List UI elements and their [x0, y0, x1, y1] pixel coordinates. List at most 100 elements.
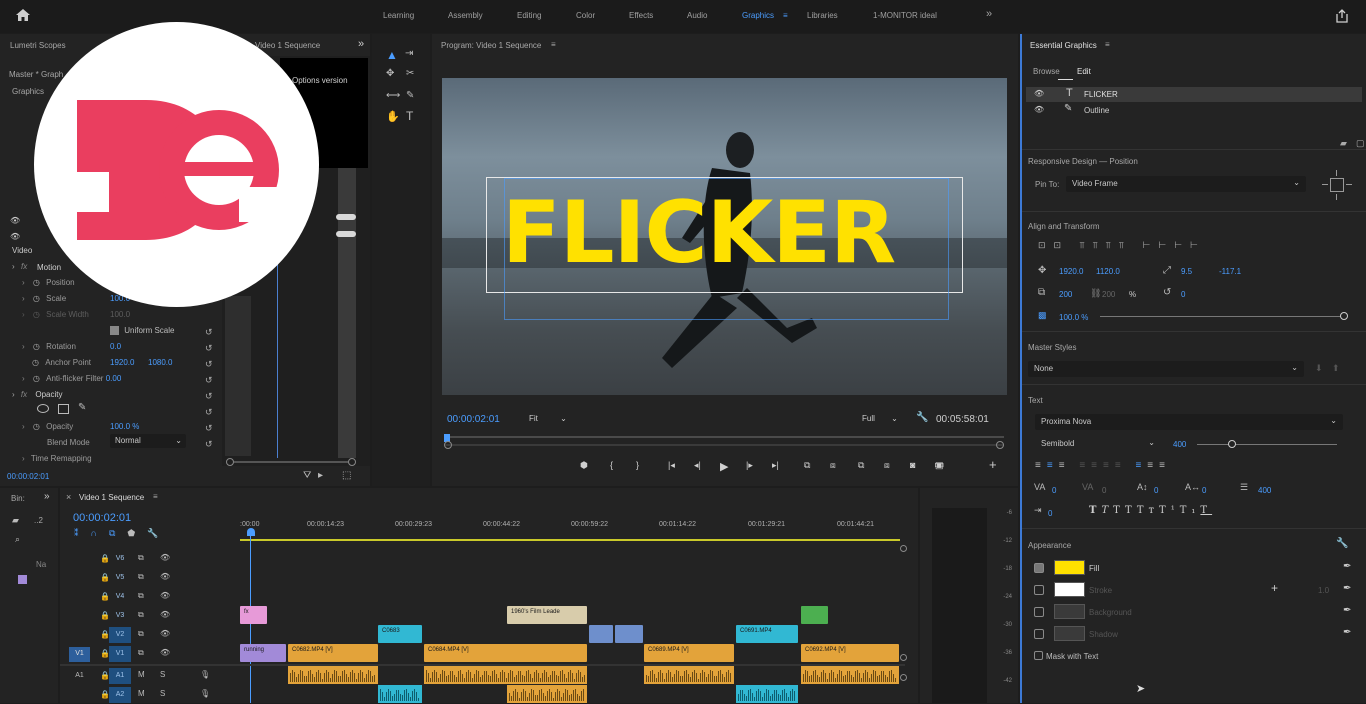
scroll-handle[interactable]: [900, 545, 907, 552]
essential-graphics-title[interactable]: Essential Graphics: [1030, 41, 1097, 50]
sync-lock-icon[interactable]: ⧉: [138, 572, 144, 582]
keyframe-marker[interactable]: [336, 231, 356, 237]
expand-chevron-icon[interactable]: ›: [12, 390, 15, 399]
kerning-value[interactable]: 0: [1052, 486, 1056, 495]
search-icon[interactable]: ⌕: [15, 534, 20, 545]
font-style-dropdown[interactable]: Semibold ⌄: [1035, 436, 1161, 452]
subscript-icon[interactable]: T₁: [1180, 505, 1201, 516]
align-middle-text-icon[interactable]: ≡: [1147, 460, 1159, 471]
razor-icon[interactable]: ✂: [406, 68, 414, 79]
timeline-clip[interactable]: fx: [240, 606, 267, 624]
timeline-clip[interactable]: C0682.MP4 [V]: [288, 644, 378, 662]
layer-row-outline[interactable]: 👁 ✎ Outline: [1026, 103, 1362, 118]
rectangle-mask-icon[interactable]: [58, 404, 69, 414]
go-to-out-icon[interactable]: ▸|: [772, 460, 779, 471]
menu-icon[interactable]: ≡: [783, 11, 788, 20]
new-layer-icon[interactable]: ▢: [1356, 138, 1365, 149]
step-back-icon[interactable]: ◂|: [694, 460, 701, 471]
workspace-graphics[interactable]: Graphics: [742, 11, 774, 20]
eye-icon[interactable]: 👁: [1034, 89, 1044, 98]
eye-icon[interactable]: 👁: [160, 591, 170, 600]
export-frame-icon[interactable]: ⬚: [342, 470, 351, 481]
insert-icon[interactable]: ⧉: [858, 460, 864, 471]
track-label[interactable]: V1: [109, 646, 131, 662]
align-top-icon[interactable]: ⫪: [1080, 240, 1093, 250]
type-tool-icon[interactable]: T: [406, 109, 413, 123]
underline-icon[interactable]: T: [1200, 505, 1212, 516]
folder-icon[interactable]: ▰: [1340, 138, 1347, 149]
keyframe-marker[interactable]: [336, 214, 356, 220]
source-patch-v1[interactable]: V1: [69, 647, 90, 662]
workspace-color[interactable]: Color: [576, 11, 595, 20]
push-style-icon[interactable]: ⬇: [1315, 363, 1323, 374]
eyedropper-icon[interactable]: ✒: [1343, 605, 1351, 616]
opacity-slider-handle[interactable]: [1340, 312, 1348, 320]
mark-out-icon[interactable]: }: [636, 460, 639, 470]
blend-mode-dropdown[interactable]: Normal ⌄: [110, 434, 186, 448]
scale-width-value[interactable]: 200: [1059, 290, 1072, 299]
audio-clip[interactable]: [288, 666, 378, 684]
pin-to-dropdown[interactable]: Video Frame ⌄: [1066, 176, 1306, 192]
timeline-clip[interactable]: running: [240, 644, 286, 662]
align-center-text-icon[interactable]: ≡: [1047, 460, 1059, 471]
anchor-y-value[interactable]: 1080.0: [148, 358, 172, 367]
camera-icon[interactable]: ◙: [910, 460, 915, 470]
font-size-slider-handle[interactable]: [1228, 440, 1236, 448]
folder-icon[interactable]: ▰: [12, 515, 19, 526]
stopwatch-icon[interactable]: ◷: [33, 342, 40, 351]
lift-icon[interactable]: ⧉: [804, 460, 810, 471]
timeline-clip[interactable]: C0683: [378, 625, 422, 643]
small-caps-icon[interactable]: Tт: [1137, 505, 1159, 516]
snap-icon[interactable]: ∩: [91, 528, 109, 538]
workspace-audio[interactable]: Audio: [687, 11, 707, 20]
fill-checkbox[interactable]: [1034, 563, 1044, 573]
audio-clip[interactable]: [736, 685, 798, 703]
scroll-handle[interactable]: [900, 674, 907, 681]
track-label[interactable]: V5: [109, 570, 131, 586]
stopwatch-icon[interactable]: ◷: [33, 422, 40, 431]
bin-item-label[interactable]: [18, 575, 27, 584]
more-workspaces-icon[interactable]: »: [986, 8, 992, 20]
expand-chevron-icon[interactable]: ›: [12, 262, 15, 271]
distribute-icon[interactable]: ⫪: [1119, 240, 1132, 250]
antiflicker-value[interactable]: 0.00: [106, 374, 122, 383]
eye-icon[interactable]: 👁: [160, 610, 170, 619]
tab-browse[interactable]: Browse: [1033, 67, 1060, 76]
timeline-clip[interactable]: C0691.MP4: [736, 625, 798, 643]
mark-in-icon[interactable]: {: [610, 460, 613, 470]
menu-icon[interactable]: ≡: [153, 492, 158, 501]
eye-icon[interactable]: 👁: [10, 216, 20, 225]
add-marker-icon[interactable]: ⬢: [580, 460, 588, 471]
hand-tool-icon[interactable]: ✋: [386, 110, 400, 123]
reset-icon[interactable]: ↺: [205, 324, 217, 340]
scroll-handle[interactable]: [900, 654, 907, 661]
font-size-slider[interactable]: [1197, 444, 1337, 445]
baseline-value[interactable]: 0: [1154, 486, 1158, 495]
solo-icon[interactable]: S: [160, 670, 165, 679]
bin-tab[interactable]: Bin:: [11, 494, 25, 503]
reset-icon[interactable]: ↺: [205, 420, 217, 436]
program-title[interactable]: Program: Video 1 Sequence: [441, 41, 541, 50]
share-icon[interactable]: [1335, 9, 1349, 23]
opacity-value[interactable]: 100.0 %: [1059, 313, 1088, 322]
italic-icon[interactable]: T: [1101, 505, 1113, 516]
master-styles-dropdown[interactable]: None ⌄: [1028, 361, 1304, 377]
workspace-editing[interactable]: Editing: [517, 11, 541, 20]
pin-edges-widget[interactable]: [1322, 170, 1352, 200]
reset-icon[interactable]: ↺: [205, 388, 217, 404]
workspace-assembly[interactable]: Assembly: [448, 11, 483, 20]
fit-dropdown[interactable]: Fit ⌄: [527, 412, 575, 426]
timeline-clip[interactable]: [801, 606, 828, 624]
mask-with-text-checkbox[interactable]: [1034, 651, 1043, 660]
linked-selection-icon[interactable]: ⧉: [109, 528, 127, 538]
align-bottom-text-icon[interactable]: ≡: [1159, 460, 1171, 471]
all-caps-icon[interactable]: TT: [1113, 505, 1137, 516]
position-y-value[interactable]: 1120.0: [1096, 267, 1120, 276]
align-left-icon[interactable]: ⊢: [1143, 240, 1159, 250]
expand-chevron-icon[interactable]: ›: [22, 454, 25, 463]
opacity-value[interactable]: 100.0 %: [110, 422, 139, 431]
timeline-clip[interactable]: 1960's Film Leade: [507, 606, 587, 624]
ripple-edit-icon[interactable]: ✥: [386, 68, 394, 79]
track-label[interactable]: A1: [109, 668, 131, 684]
workspace-learning[interactable]: Learning: [383, 11, 414, 20]
